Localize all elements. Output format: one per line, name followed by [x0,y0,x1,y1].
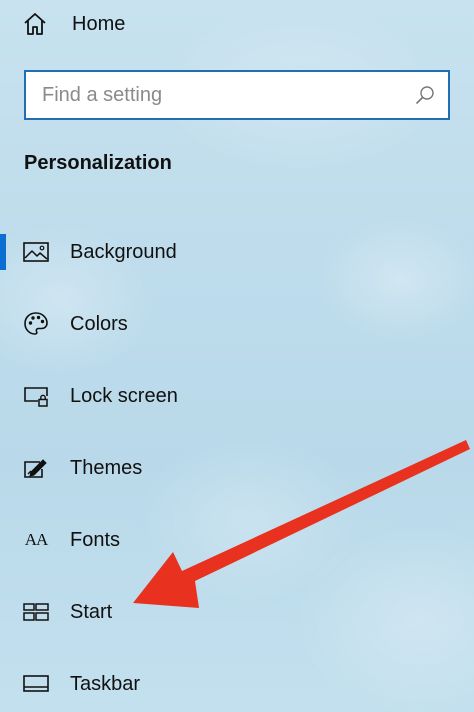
search-icon[interactable] [414,84,436,106]
nav-list: Background Colors Lock screen Themes AA … [0,216,474,712]
nav-item-lock-screen[interactable]: Lock screen [0,360,474,432]
nav-item-label: Colors [70,312,128,335]
nav-home-label: Home [72,12,126,35]
nav-item-background[interactable]: Background [0,216,474,288]
lock-screen-icon [22,382,50,410]
nav-item-label: Background [70,240,177,263]
background-icon [22,238,50,266]
palette-icon [22,310,50,338]
nav-item-themes[interactable]: Themes [0,432,474,504]
nav-item-colors[interactable]: Colors [0,288,474,360]
fonts-icon: AA [22,526,50,554]
start-icon [22,598,50,626]
home-icon [22,9,52,39]
nav-item-taskbar[interactable]: Taskbar [0,648,474,712]
selection-indicator [0,234,6,270]
nav-item-label: Fonts [70,528,121,551]
search-input[interactable] [26,72,414,118]
themes-icon [22,454,50,482]
nav-item-label: Taskbar [70,672,141,695]
nav-item-label: Themes [70,456,143,479]
nav-item-label: Start [70,600,113,623]
section-title: Personalization [24,152,172,174]
taskbar-icon [22,670,50,698]
nav-item-fonts[interactable]: AA Fonts [0,504,474,576]
nav-item-label: Lock screen [70,384,178,407]
search-box[interactable] [24,70,450,120]
nav-item-start[interactable]: Start [0,576,474,648]
fonts-icon-glyph: AA [24,530,49,549]
nav-home[interactable]: Home [22,4,125,44]
